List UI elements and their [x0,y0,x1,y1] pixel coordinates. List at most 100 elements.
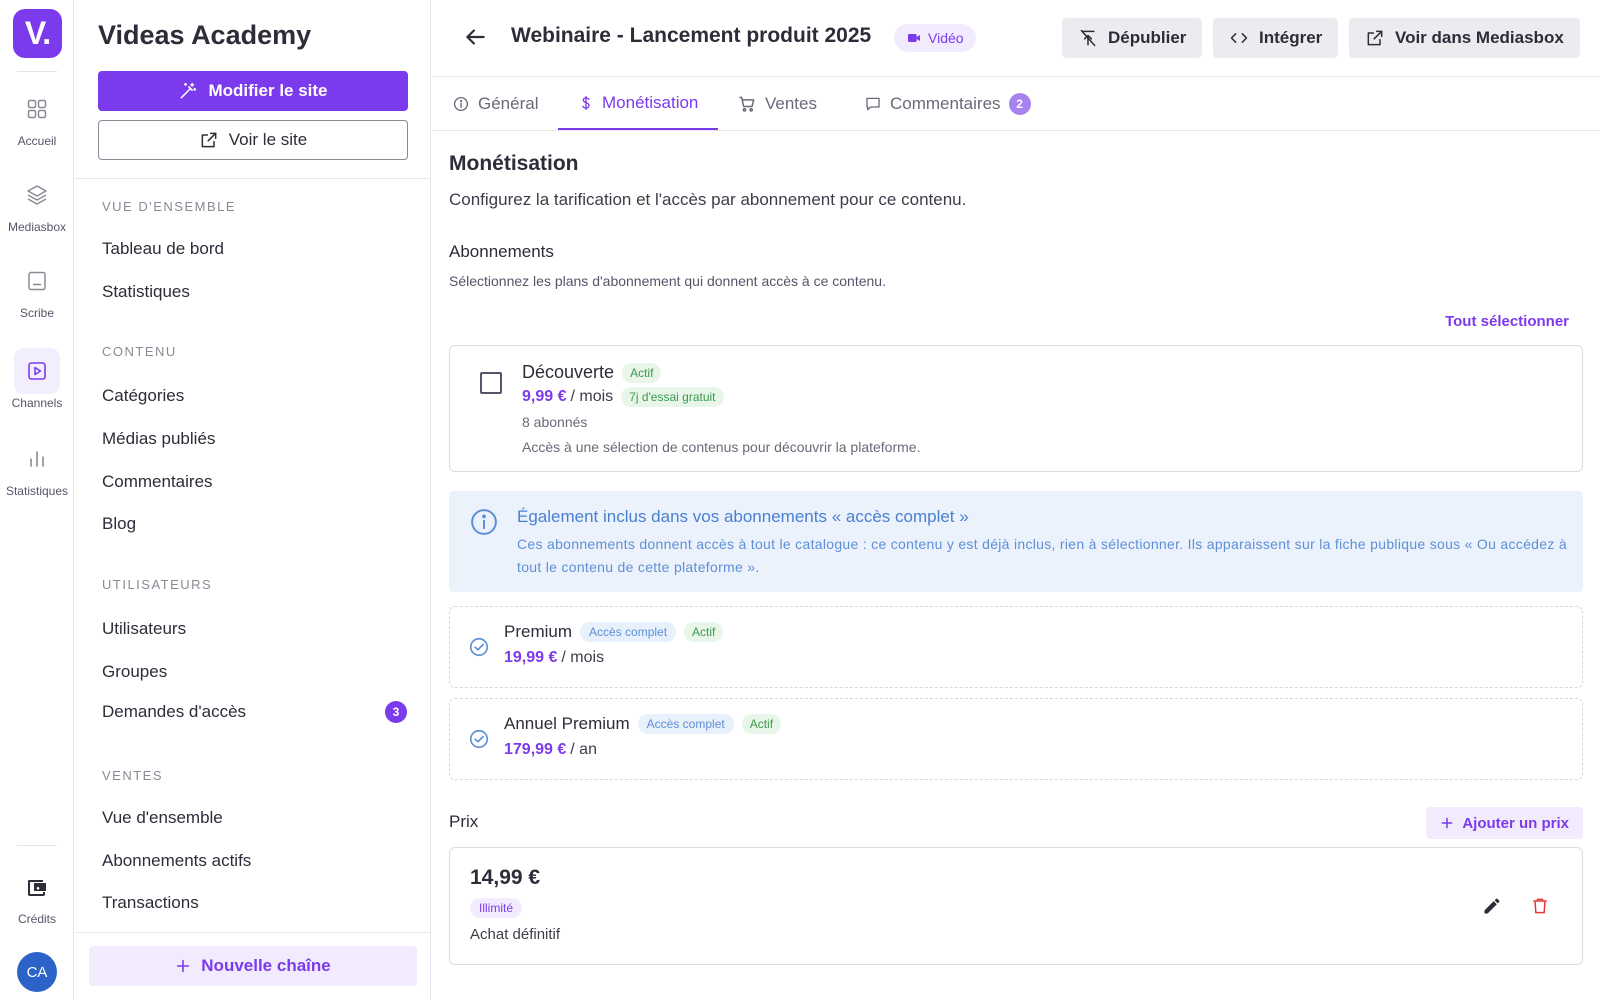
sidebar-item-groups[interactable]: Groupes [102,662,407,682]
plan-price: 19,99 € [504,649,558,666]
tab-ventes[interactable]: Ventes [717,78,837,130]
plan-price: 179,99 € [504,741,567,758]
price-duration-badge: Illimité [470,898,523,918]
back-button[interactable] [462,24,488,50]
sidebar-item-label: Abonnements actifs [102,851,252,870]
channel-sidebar: Videas Academy Modifier le site Voir le … [75,0,431,1000]
rail-label: Channels [11,396,63,410]
sidebar-item-blog[interactable]: Blog [102,514,407,534]
sidebar-item-label: Commentaires [102,472,213,491]
add-price-button[interactable]: Ajouter un prix [1426,807,1583,839]
access-badge: Accès complet [580,622,677,642]
rail-item-mediasbox[interactable]: Mediasbox [0,172,74,234]
tab-general[interactable]: Général [432,78,558,130]
sidebar-item-sales-overview[interactable]: Vue d'ensemble [102,808,407,828]
main-content: Webinaire - Lancement produit 2025 Vidéo… [432,0,1600,1000]
view-site-button[interactable]: Voir le site [98,120,408,160]
sidebar-item-published-media[interactable]: Médias publiés [102,429,407,449]
avatar[interactable]: CA [17,952,57,992]
delete-price-button[interactable] [1530,896,1550,916]
included-plan-premium: Premium Accès complet Actif 19,99 € / mo… [449,606,1583,688]
page-title: Webinaire - Lancement produit 2025 [511,24,872,47]
cart-icon [739,96,755,112]
layers-icon [14,172,60,218]
section-label-content: CONTENU [102,344,177,359]
section-label-overview: VUE D'ENSEMBLE [102,199,237,214]
sidebar-item-access-requests[interactable]: Demandes d'accès 3 [102,701,407,723]
tab-monetisation[interactable]: Monétisation [558,78,719,130]
edit-price-button[interactable] [1482,896,1502,916]
view-in-mediasbox-label: Voir dans Mediasbox [1395,28,1564,47]
price-card: 14,99 € Illimité Achat définitif [449,847,1583,965]
sidebar-item-label: Catégories [102,386,185,405]
sidebar-item-users[interactable]: Utilisateurs [102,619,407,639]
sidebar-item-label: Médias publiés [102,429,216,448]
sidebar-item-label: Utilisateurs [102,619,187,638]
sidebar-item-label: Groupes [102,662,168,681]
access-badge: Accès complet [637,714,734,734]
trash-icon [1533,898,1547,914]
magic-wand-icon [181,82,197,99]
comments-count-badge: 2 [1008,93,1031,115]
sidebar-item-statistics[interactable]: Statistiques [102,282,407,302]
info-title: Également inclus dans vos abonnements « … [517,507,969,526]
price-amount: 14,99 € [470,866,541,889]
sidebar-item-label: Demandes d'accès [102,702,247,721]
comment-icon [866,97,880,111]
arrow-left-icon [466,29,485,45]
rail-divider [17,71,57,72]
rail-item-statistiques[interactable]: Statistiques [0,436,74,498]
tab-commentaires[interactable]: Commentaires 2 [844,78,1051,130]
tab-label: Général [478,94,539,113]
rail-item-credits[interactable]: Crédits [0,864,74,926]
plus-icon [1441,817,1453,829]
select-all-link[interactable]: Tout sélectionner [1445,313,1569,330]
edit-site-button[interactable]: Modifier le site [98,71,408,111]
tab-label: Commentaires [890,94,1001,113]
info-callout: Également inclus dans vos abonnements « … [449,491,1583,592]
sidebar-item-label: Tableau de bord [102,239,224,258]
add-price-label: Ajouter un prix [1462,814,1569,832]
dollar-icon [582,96,590,110]
plan-subscribers: 8 abonnés [522,414,588,430]
app-logo[interactable]: V. [13,9,62,58]
tab-label: Monétisation [602,93,699,112]
plan-name: Découverte [522,362,615,382]
sidebar-item-active-subscriptions[interactable]: Abonnements actifs [102,851,407,871]
included-plan-name-row: Annuel Premium Accès complet Actif [504,714,782,734]
section-label-sales: VENTES [102,768,164,783]
info-icon [453,96,469,112]
price-type: Achat définitif [470,926,561,943]
unpublish-button[interactable]: Dépublier [1062,18,1203,58]
edit-site-label: Modifier le site [208,81,328,100]
rail-label: Statistiques [5,484,69,498]
plus-icon [177,959,190,973]
plan-card-decouverte[interactable]: Découverte Actif 9,99 € / mois 7j d'essa… [449,345,1583,472]
view-in-mediasbox-button[interactable]: Voir dans Mediasbox [1349,18,1580,58]
app-rail: V. Accueil Mediasbox Scribe Channels Sta… [0,0,74,1000]
embed-button[interactable]: Intégrer [1213,18,1339,58]
new-channel-button[interactable]: Nouvelle chaîne [89,946,417,986]
plan-checkbox[interactable] [480,372,502,394]
sidebar-item-categories[interactable]: Catégories [102,386,407,406]
tab-label: Ventes [765,94,817,113]
rail-label: Accueil [17,134,57,148]
sidebar-divider [75,178,431,179]
plan-period: / mois [561,649,605,666]
rail-item-accueil[interactable]: Accueil [0,86,74,148]
rail-item-channels[interactable]: Channels [0,348,74,410]
sidebar-item-comments[interactable]: Commentaires [102,472,407,492]
included-plan-annuel-premium: Annuel Premium Accès complet Actif 179,9… [449,698,1583,780]
plan-period: / mois [570,388,614,405]
rail-item-scribe[interactable]: Scribe [0,258,74,320]
section-description: Configurez la tarification et l'accès pa… [449,190,967,209]
video-camera-icon [908,34,920,42]
sidebar-item-dashboard[interactable]: Tableau de bord [102,239,407,259]
sidebar-item-transactions[interactable]: Transactions [102,893,407,913]
rail-divider [17,845,57,846]
subscriptions-subtitle: Sélectionnez les plans d'abonnement qui … [449,273,886,289]
new-channel-label: Nouvelle chaîne [201,956,331,975]
sidebar-item-label: Vue d'ensemble [102,808,223,827]
plan-period: / an [570,741,597,758]
plan-name: Annuel Premium [504,714,630,733]
